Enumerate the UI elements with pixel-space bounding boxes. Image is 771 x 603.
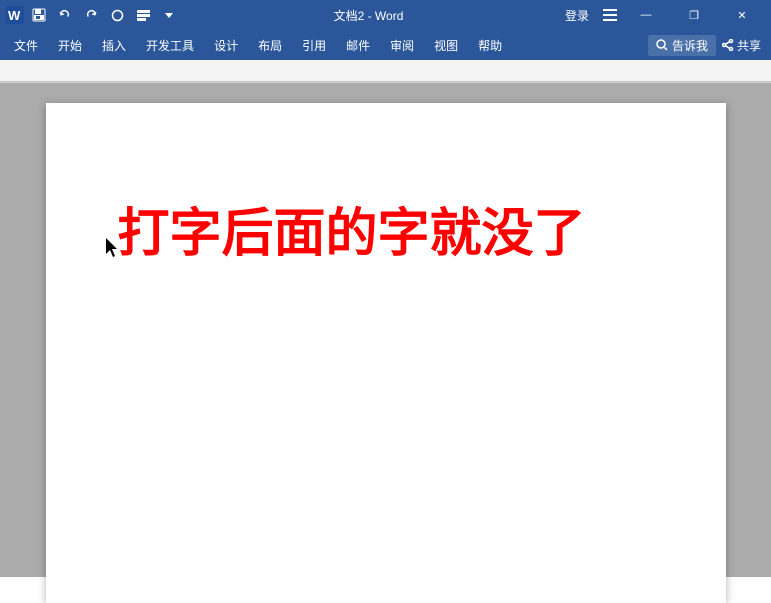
title-bar-right: 登录 — ❐ ✕ (557, 0, 765, 30)
title-bar-title: 文档2 - Word (180, 7, 557, 24)
menu-item-start[interactable]: 开始 (48, 33, 92, 58)
document-content: 打字后面的字就没了 (106, 203, 666, 265)
menu-item-mail[interactable]: 邮件 (336, 33, 380, 58)
menu-item-layout[interactable]: 布局 (248, 33, 292, 58)
restore-button[interactable]: ❐ (671, 0, 717, 30)
undo-button[interactable] (54, 4, 76, 26)
menu-item-review[interactable]: 审阅 (380, 33, 424, 58)
menu-item-insert[interactable]: 插入 (92, 33, 136, 58)
menu-item-dev[interactable]: 开发工具 (136, 33, 204, 58)
menu-item-file[interactable]: 文件 (4, 33, 48, 58)
title-bar: W (0, 0, 771, 30)
search-bar[interactable]: 告诉我 (648, 35, 716, 56)
svg-text:W: W (8, 8, 21, 23)
menu-item-view[interactable]: 视图 (424, 33, 468, 58)
menu-bar: 文件 开始 插入 开发工具 设计 布局 引用 邮件 审阅 视图 帮助 告诉我 共… (0, 30, 771, 60)
menu-item-design[interactable]: 设计 (204, 33, 248, 58)
ribbon-area (0, 60, 771, 82)
cursor-indicator (106, 213, 116, 261)
document-area: 打字后面的字就没了 (0, 83, 771, 577)
menu-item-ref[interactable]: 引用 (292, 33, 336, 58)
layout-icon (132, 4, 154, 26)
close-button[interactable]: ✕ (719, 0, 765, 30)
document-page[interactable]: 打字后面的字就没了 (46, 103, 726, 603)
search-label: 告诉我 (672, 37, 708, 54)
minimize-button[interactable]: — (623, 0, 669, 30)
share-label: 共享 (737, 37, 761, 54)
save-button[interactable] (28, 4, 50, 26)
word-icon: W (6, 6, 24, 24)
circle-icon (106, 4, 128, 26)
login-button[interactable]: 登录 (557, 5, 597, 26)
share-button[interactable]: 共享 (716, 35, 767, 56)
ribbon-toggle-icon[interactable] (599, 4, 621, 26)
title-bar-left: W (6, 4, 180, 26)
menu-item-help[interactable]: 帮助 (468, 33, 512, 58)
redo-button[interactable] (80, 4, 102, 26)
dropdown-icon[interactable] (158, 4, 180, 26)
